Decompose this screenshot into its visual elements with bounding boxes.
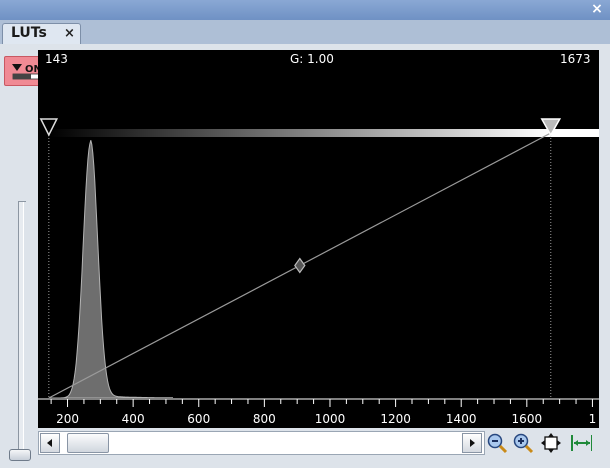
axis-tick-label: 1 (589, 412, 597, 426)
zoom-out-icon (487, 433, 508, 454)
fit-all-button[interactable] (540, 432, 562, 454)
fit-range-button[interactable] (570, 432, 592, 454)
gamma-label: G: 1.00 (290, 52, 334, 66)
arrow-right-icon (470, 439, 475, 447)
plot-canvas (39, 118, 599, 398)
lut-saturated-bar (550, 129, 599, 137)
scroll-right-button[interactable] (462, 433, 482, 453)
scroll-left-button[interactable] (40, 433, 60, 453)
tab-close-icon[interactable]: × (64, 26, 75, 41)
min-value-label: 143 (45, 52, 68, 66)
fit-all-icon (541, 433, 561, 453)
gamma-handle (294, 257, 306, 274)
window-title-bar: × (0, 0, 610, 20)
axis-tick-label: 1200 (380, 412, 411, 426)
axis-tick-label: 1400 (446, 412, 477, 426)
horizontal-scrollbar[interactable] (38, 431, 485, 455)
axis-tick-label: 200 (56, 412, 79, 426)
zoom-in-button[interactable] (512, 432, 534, 454)
axis-tick-label: 1600 (512, 412, 543, 426)
axis-tick-label: 400 (122, 412, 145, 426)
gamma-slider-cap (18, 201, 26, 202)
window-close-icon[interactable]: × (590, 2, 604, 16)
zoom-in-icon (513, 433, 534, 454)
max-value-label: 1673 (560, 52, 591, 66)
tab-strip: LUTs × (0, 20, 610, 45)
x-axis-canvas: 200 400 600 800 1000 1200 1400 1600 1 (38, 398, 599, 426)
arrow-left-icon (47, 439, 52, 447)
gamma-slider-track[interactable] (18, 202, 24, 452)
axis-tick-label: 1000 (315, 412, 346, 426)
tab-luts[interactable]: LUTs × (2, 23, 81, 44)
fit-range-icon (571, 435, 592, 451)
x-axis: 200 400 600 800 1000 1200 1400 1600 1 (38, 398, 599, 428)
zoom-out-button[interactable] (486, 432, 508, 454)
gamma-slider-thumb[interactable] (9, 449, 31, 461)
scroll-thumb[interactable] (67, 433, 109, 453)
lut-gradient-bar (48, 129, 551, 137)
histogram-area (49, 140, 173, 398)
axis-tick-label: 800 (253, 412, 276, 426)
axis-tick-label: 600 (187, 412, 210, 426)
lut-histogram-plot[interactable]: 143 G: 1.00 1673 (38, 50, 599, 398)
tab-label: LUTs (11, 25, 47, 41)
